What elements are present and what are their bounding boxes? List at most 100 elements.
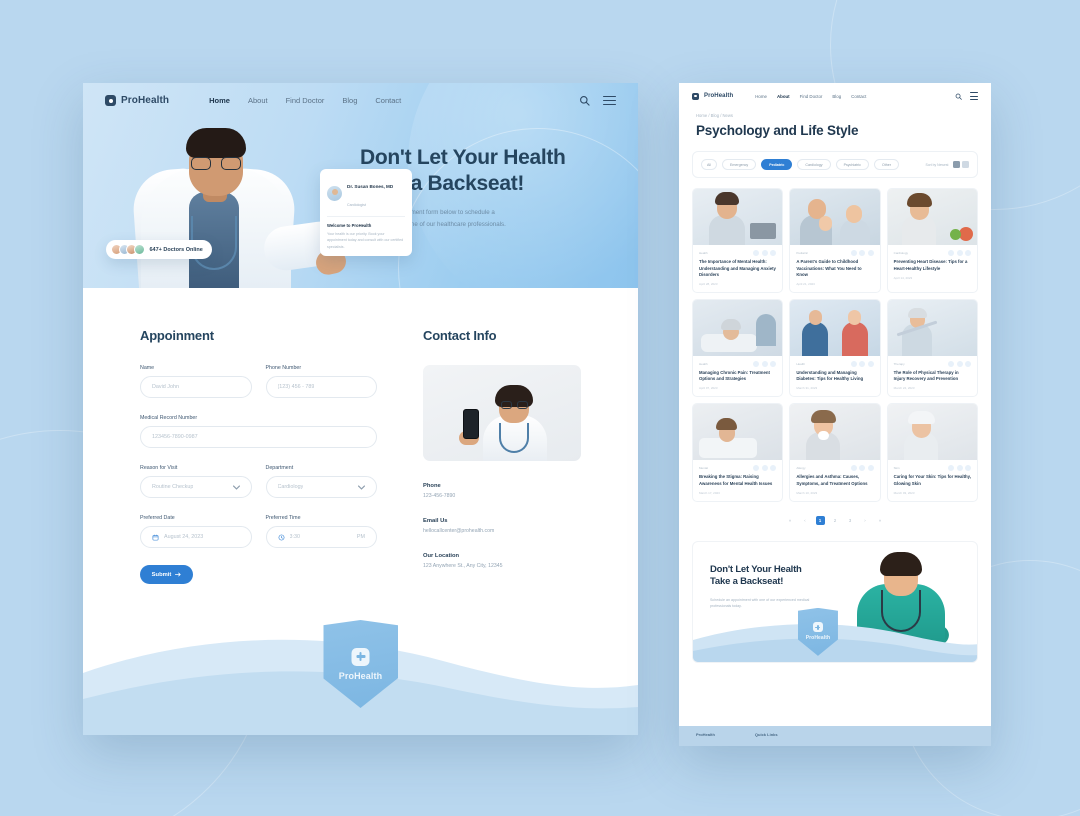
medical-cross-icon bbox=[351, 647, 370, 666]
share-icons bbox=[948, 360, 971, 367]
share-icons bbox=[753, 465, 777, 472]
linkedin-icon[interactable] bbox=[770, 360, 777, 367]
clock-icon bbox=[278, 534, 285, 541]
article-card[interactable]: Allergy Allergies and Asthma: Causes, Sy… bbox=[789, 403, 881, 502]
filter-chip-all[interactable]: All bbox=[701, 159, 717, 171]
menu-icon[interactable] bbox=[603, 95, 616, 106]
email-value[interactable]: hellocallcenter@prohealth.com bbox=[423, 528, 581, 536]
facebook-icon[interactable] bbox=[850, 360, 857, 367]
facebook-icon[interactable] bbox=[948, 465, 954, 472]
filter-chip-pediatric[interactable]: Pediatric bbox=[761, 159, 793, 171]
filter-bar: All Emergency Pediatric Cardiology Psych… bbox=[692, 151, 978, 179]
pagination-page-2[interactable]: 2 bbox=[831, 516, 840, 525]
linkedin-icon[interactable] bbox=[770, 465, 777, 472]
submit-button[interactable]: Submit bbox=[140, 565, 193, 584]
article-image bbox=[790, 404, 880, 461]
mrn-label: Medical Record Number bbox=[140, 415, 198, 421]
article-card[interactable]: Skin Caring for Your Skin: Tips for Heal… bbox=[886, 403, 978, 502]
nav-item-find-doctor[interactable]: Find Doctor bbox=[800, 94, 823, 99]
pagination-page-3[interactable]: 3 bbox=[846, 516, 855, 525]
reason-select[interactable]: Routine Checkup bbox=[140, 476, 252, 498]
share-icons bbox=[850, 360, 874, 367]
article-card[interactable]: Therapy The Role of Physical Therapy in … bbox=[886, 298, 978, 398]
linkedin-icon[interactable] bbox=[965, 465, 971, 472]
breadcrumb: Home / Blog / News bbox=[696, 113, 734, 119]
reason-field-group: Reason for Visit Routine Checkup bbox=[140, 465, 252, 498]
article-card[interactable]: Cardiology Preventing Heart Disease: Tip… bbox=[886, 188, 978, 293]
linkedin-icon[interactable] bbox=[867, 465, 874, 472]
filter-chip-other[interactable]: Other bbox=[873, 159, 899, 171]
article-title: The Role of Physical Therapy in Injury R… bbox=[893, 369, 959, 382]
date-input[interactable]: August 24, 2023 bbox=[140, 526, 252, 548]
search-icon[interactable] bbox=[579, 95, 590, 106]
phone-value[interactable]: 123-456-7890 bbox=[423, 493, 581, 501]
nav-item-contact[interactable]: Contact bbox=[851, 94, 866, 99]
nav-item-blog[interactable]: Blog bbox=[342, 96, 357, 105]
filter-chip-cardiology[interactable]: Cardiology bbox=[797, 159, 831, 171]
twitter-icon[interactable] bbox=[859, 250, 866, 257]
filter-chip-emergency[interactable]: Emergency bbox=[722, 159, 757, 171]
pagination-last[interactable]: » bbox=[876, 516, 885, 525]
pagination-next[interactable]: › bbox=[861, 516, 870, 525]
facebook-icon[interactable] bbox=[850, 250, 857, 257]
phone-input[interactable]: (123) 456 - 789 bbox=[265, 376, 377, 398]
pagination-prev[interactable]: ‹ bbox=[801, 516, 810, 525]
medical-cross-icon bbox=[812, 622, 823, 633]
nav-item-home[interactable]: Home bbox=[755, 94, 767, 99]
menu-icon[interactable] bbox=[970, 92, 978, 101]
logo-text: ProHealth bbox=[121, 95, 170, 106]
name-input[interactable]: David John bbox=[140, 376, 252, 398]
nav-item-about[interactable]: About bbox=[248, 96, 268, 105]
filter-chip-psychiatric[interactable]: Psychiatric bbox=[835, 159, 869, 171]
article-category: Health bbox=[699, 361, 708, 366]
linkedin-icon[interactable] bbox=[965, 250, 971, 257]
linkedin-icon[interactable] bbox=[867, 360, 874, 367]
search-icon[interactable] bbox=[955, 93, 962, 100]
pagination-page-1[interactable]: 1 bbox=[815, 515, 825, 525]
twitter-icon[interactable] bbox=[761, 360, 768, 367]
twitter-icon[interactable] bbox=[859, 465, 866, 472]
linkedin-icon[interactable] bbox=[867, 250, 874, 257]
twitter-icon[interactable] bbox=[761, 465, 768, 472]
pagination-first[interactable]: « bbox=[786, 516, 795, 525]
twitter-icon[interactable] bbox=[956, 465, 963, 472]
contact-email: Email Us hellocallcenter@prohealth.com bbox=[423, 518, 581, 536]
facebook-icon[interactable] bbox=[753, 465, 760, 472]
list-view-icon[interactable] bbox=[962, 161, 969, 169]
twitter-icon[interactable] bbox=[859, 360, 866, 367]
facebook-icon[interactable] bbox=[753, 250, 760, 257]
article-card[interactable]: Health Managing Chronic Pain: Treatment … bbox=[692, 298, 784, 398]
nav-item-contact[interactable]: Contact bbox=[375, 96, 401, 105]
form-row-4: Preferred Date August 24, 2023 Preferred… bbox=[140, 515, 377, 548]
doctor-card-title: Welcome to ProHealth bbox=[327, 223, 372, 228]
article-card[interactable]: Mental Breaking the Stigma: Raising Awar… bbox=[692, 403, 784, 502]
logo[interactable]: ProHealth bbox=[105, 95, 169, 106]
nav-item-blog[interactable]: Blog bbox=[832, 94, 841, 99]
mrn-input[interactable]: 123456-7890-0987 bbox=[140, 426, 377, 448]
facebook-icon[interactable] bbox=[753, 360, 760, 367]
nav-item-find-doctor[interactable]: Find Doctor bbox=[286, 96, 325, 105]
time-input[interactable]: 3:30 PM bbox=[265, 526, 377, 548]
linkedin-icon[interactable] bbox=[965, 360, 971, 367]
view-toggle[interactable] bbox=[952, 161, 969, 169]
grid-view-icon[interactable] bbox=[952, 161, 960, 169]
nav-item-home[interactable]: Home bbox=[209, 96, 230, 105]
twitter-icon[interactable] bbox=[761, 250, 768, 257]
page-title: Psychology and Life Style bbox=[696, 123, 859, 139]
sort-label[interactable]: Sort by Newest bbox=[926, 163, 949, 167]
twitter-icon[interactable] bbox=[956, 360, 963, 367]
article-card[interactable]: Health Understanding and Managing Diabet… bbox=[789, 298, 881, 398]
department-select[interactable]: Cardiology bbox=[265, 476, 377, 498]
article-title: Caring for Your Skin: Tips for Healthy, … bbox=[893, 474, 971, 486]
facebook-icon[interactable] bbox=[948, 250, 954, 257]
form-row-2: Medical Record Number 123456-7890-0987 bbox=[140, 415, 377, 448]
hero-doctor-photo bbox=[127, 106, 349, 288]
nav-item-about[interactable]: About bbox=[777, 94, 790, 99]
logo[interactable]: ProHealth bbox=[692, 92, 733, 100]
facebook-icon[interactable] bbox=[948, 360, 954, 367]
article-card[interactable]: Health The Importance of Mental Health: … bbox=[692, 188, 784, 293]
article-card[interactable]: Pediatric A Parent's Guide to Childhood … bbox=[789, 188, 881, 293]
facebook-icon[interactable] bbox=[850, 465, 857, 472]
twitter-icon[interactable] bbox=[956, 250, 963, 257]
linkedin-icon[interactable] bbox=[770, 250, 777, 257]
